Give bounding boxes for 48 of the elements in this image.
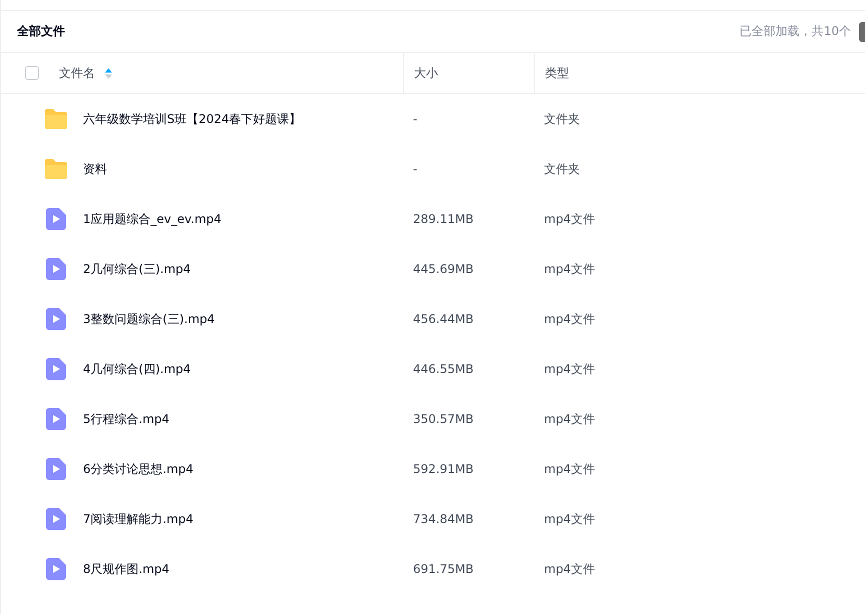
file-name[interactable]: 8尺规作图.mp4	[83, 560, 170, 578]
file-name[interactable]: 6分类讨论思想.mp4	[83, 460, 194, 478]
file-name[interactable]: 六年级数学培训S班【2024春下好题课】	[83, 110, 302, 128]
file-size: 691.75MB	[413, 562, 474, 576]
sort-icon[interactable]	[105, 68, 112, 78]
file-size: 592.91MB	[413, 462, 474, 476]
folder-icon	[44, 108, 68, 130]
select-all-checkbox[interactable]	[25, 66, 39, 80]
column-header[interactable]: 文件名	[59, 64, 95, 82]
file-type: mp4文件	[544, 510, 595, 528]
file-size: 350.57MB	[413, 412, 474, 426]
file-size: 734.84MB	[413, 512, 474, 526]
file-size: 456.44MB	[413, 312, 474, 326]
video-file-icon	[44, 308, 68, 330]
file-type: 文件夹	[544, 110, 580, 128]
file-type: mp4文件	[544, 260, 595, 278]
file-type: mp4文件	[544, 310, 595, 328]
file-type: mp4文件	[544, 210, 595, 228]
video-file-icon	[44, 558, 68, 580]
video-file-icon	[44, 208, 68, 230]
page-title: 全部文件	[17, 23, 65, 40]
file-name[interactable]: 5行程综合.mp4	[83, 410, 170, 428]
file-type: mp4文件	[544, 360, 595, 378]
file-type: 文件夹	[544, 160, 580, 178]
load-status: 已全部加载，共10个	[740, 23, 851, 40]
video-file-icon	[44, 458, 68, 480]
scrollbar-thumb[interactable]	[859, 22, 865, 42]
video-file-icon	[44, 358, 68, 380]
file-size: -	[413, 162, 418, 176]
video-file-icon	[44, 408, 68, 430]
file-size: 446.55MB	[413, 362, 474, 376]
video-file-icon	[44, 258, 68, 280]
file-name[interactable]: 4几何综合(四).mp4	[83, 360, 191, 378]
file-type: mp4文件	[544, 410, 595, 428]
file-type: mp4文件	[544, 460, 595, 478]
file-name[interactable]: 7阅读理解能力.mp4	[83, 510, 194, 528]
column-header[interactable]: 类型	[545, 64, 569, 82]
folder-icon	[44, 158, 68, 180]
file-name[interactable]: 3整数问题综合(三).mp4	[83, 310, 215, 328]
file-size: 289.11MB	[413, 212, 474, 226]
video-file-icon	[44, 508, 68, 530]
file-name[interactable]: 2几何综合(三).mp4	[83, 260, 191, 278]
file-type: mp4文件	[544, 560, 595, 578]
column-header[interactable]: 大小	[414, 64, 438, 82]
file-size: -	[413, 112, 418, 126]
file-size: 445.69MB	[413, 262, 474, 276]
file-name[interactable]: 1应用题综合_ev_ev.mp4	[83, 210, 222, 228]
file-name[interactable]: 资料	[83, 160, 107, 178]
